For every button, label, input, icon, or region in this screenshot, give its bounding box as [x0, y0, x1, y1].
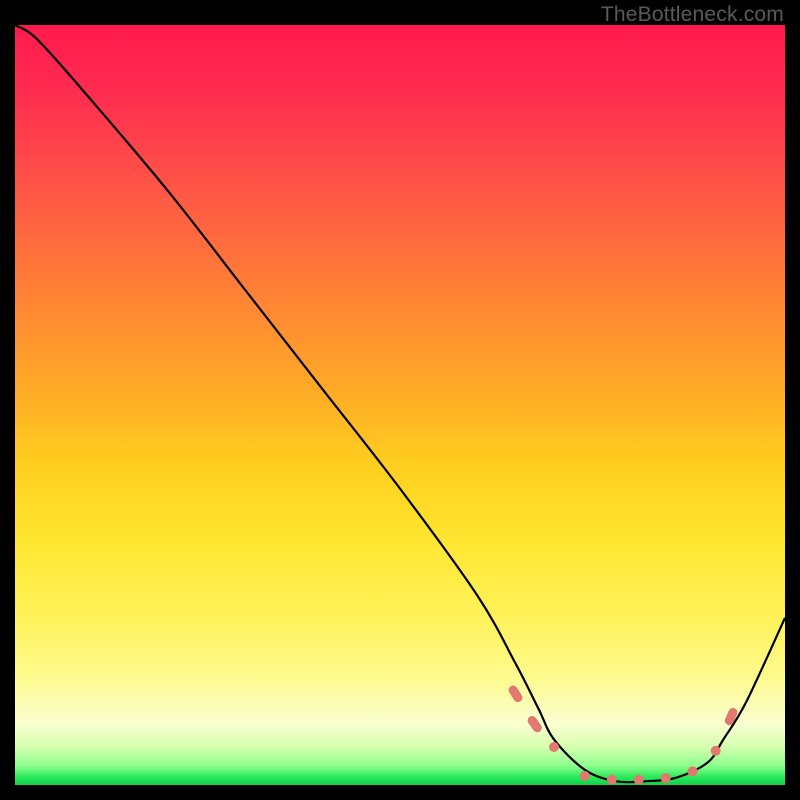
- marker-dot: [634, 775, 644, 785]
- plot-area: [15, 25, 785, 785]
- watermark-text: TheBottleneck.com: [601, 3, 784, 27]
- marker-pill: [526, 714, 544, 734]
- bottleneck-curve: [15, 25, 785, 782]
- marker-dot: [688, 766, 698, 776]
- marker-dot: [580, 771, 590, 781]
- marker-pill: [507, 684, 524, 704]
- marker-dot: [711, 746, 721, 756]
- curve-svg: [15, 25, 785, 785]
- marker-dot: [549, 742, 559, 752]
- highlight-markers: [507, 684, 739, 785]
- marker-dot: [661, 773, 671, 783]
- marker-pill: [723, 707, 739, 727]
- marker-dot: [607, 775, 617, 785]
- chart-container: TheBottleneck.com: [0, 0, 800, 800]
